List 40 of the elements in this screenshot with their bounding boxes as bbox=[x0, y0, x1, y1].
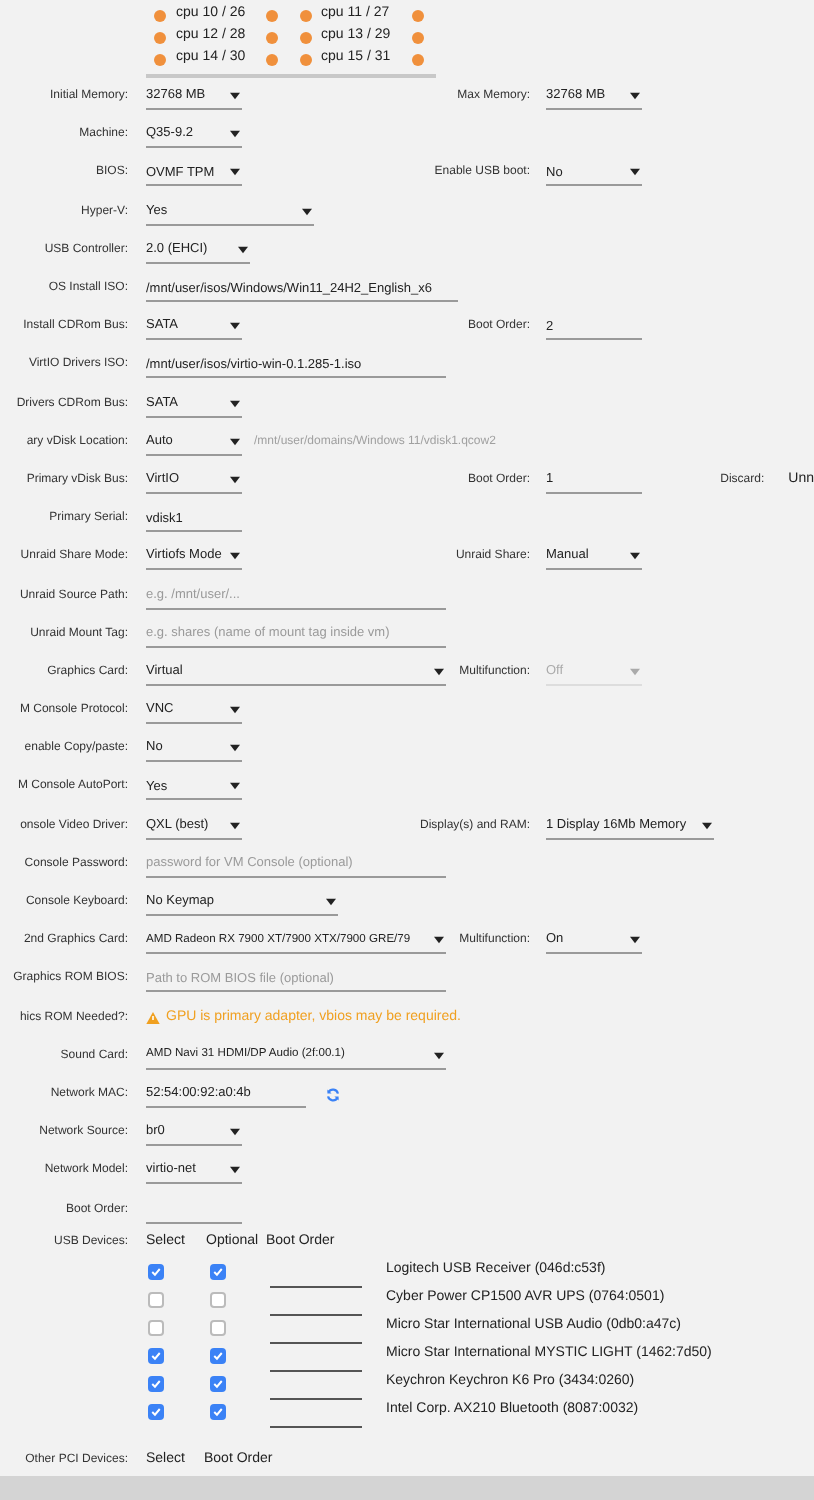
checkbox[interactable] bbox=[210, 1403, 226, 1420]
caret-icon bbox=[230, 1128, 240, 1137]
checkbox[interactable] bbox=[148, 1319, 164, 1336]
refresh-icon[interactable] bbox=[326, 1087, 340, 1102]
checkbox[interactable] bbox=[148, 1291, 164, 1308]
checkbox[interactable] bbox=[148, 1347, 164, 1364]
caret-icon bbox=[702, 821, 712, 830]
caret-icon bbox=[630, 552, 640, 561]
caret-icon bbox=[434, 667, 444, 676]
caret-icon bbox=[434, 1051, 444, 1060]
caret-icon bbox=[230, 475, 240, 484]
caret-icon bbox=[230, 782, 240, 791]
caret-icon bbox=[302, 207, 312, 216]
caret-icon bbox=[230, 130, 240, 139]
caret-icon bbox=[230, 552, 240, 561]
caret-icon bbox=[630, 667, 640, 676]
checkbox[interactable] bbox=[210, 1263, 226, 1280]
checkbox[interactable] bbox=[210, 1375, 226, 1392]
caret-icon bbox=[230, 706, 240, 715]
caret-icon bbox=[630, 92, 640, 101]
warning-icon bbox=[146, 1012, 160, 1025]
caret-icon bbox=[630, 936, 640, 945]
caret-icon bbox=[230, 821, 240, 830]
caret-icon bbox=[230, 744, 240, 753]
caret-icon bbox=[230, 168, 240, 177]
checkbox[interactable] bbox=[210, 1319, 226, 1336]
caret-icon bbox=[230, 437, 240, 446]
caret-icon bbox=[238, 245, 248, 254]
caret-icon bbox=[434, 936, 444, 945]
caret-icon bbox=[230, 92, 240, 101]
checkbox[interactable] bbox=[148, 1403, 164, 1420]
caret-icon bbox=[230, 1166, 240, 1175]
checkbox[interactable] bbox=[148, 1375, 164, 1392]
caret-icon bbox=[326, 898, 336, 907]
caret-icon bbox=[230, 399, 240, 408]
checkbox[interactable] bbox=[148, 1263, 164, 1280]
caret-icon bbox=[630, 168, 640, 177]
checkbox[interactable] bbox=[210, 1347, 226, 1364]
caret-icon bbox=[230, 322, 240, 331]
checkbox[interactable] bbox=[210, 1291, 226, 1308]
